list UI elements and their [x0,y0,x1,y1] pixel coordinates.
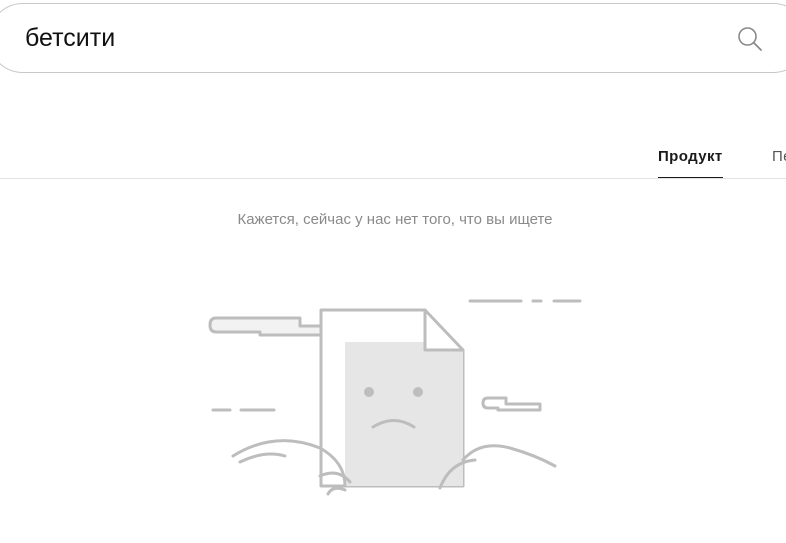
search-icon[interactable] [737,26,763,52]
tab-product[interactable]: Продукт [658,148,723,178]
search-results-page: Продукт Пе Кажется, сейчас у нас нет тог… [0,0,786,543]
tab-other[interactable]: Пе [772,148,786,177]
search-bar[interactable] [0,3,786,73]
search-input[interactable] [25,18,665,58]
sad-document-icon [200,290,590,510]
results-tabs: Продукт Пе [0,140,786,179]
empty-state-message: Кажется, сейчас у нас нет того, что вы и… [237,211,553,228]
